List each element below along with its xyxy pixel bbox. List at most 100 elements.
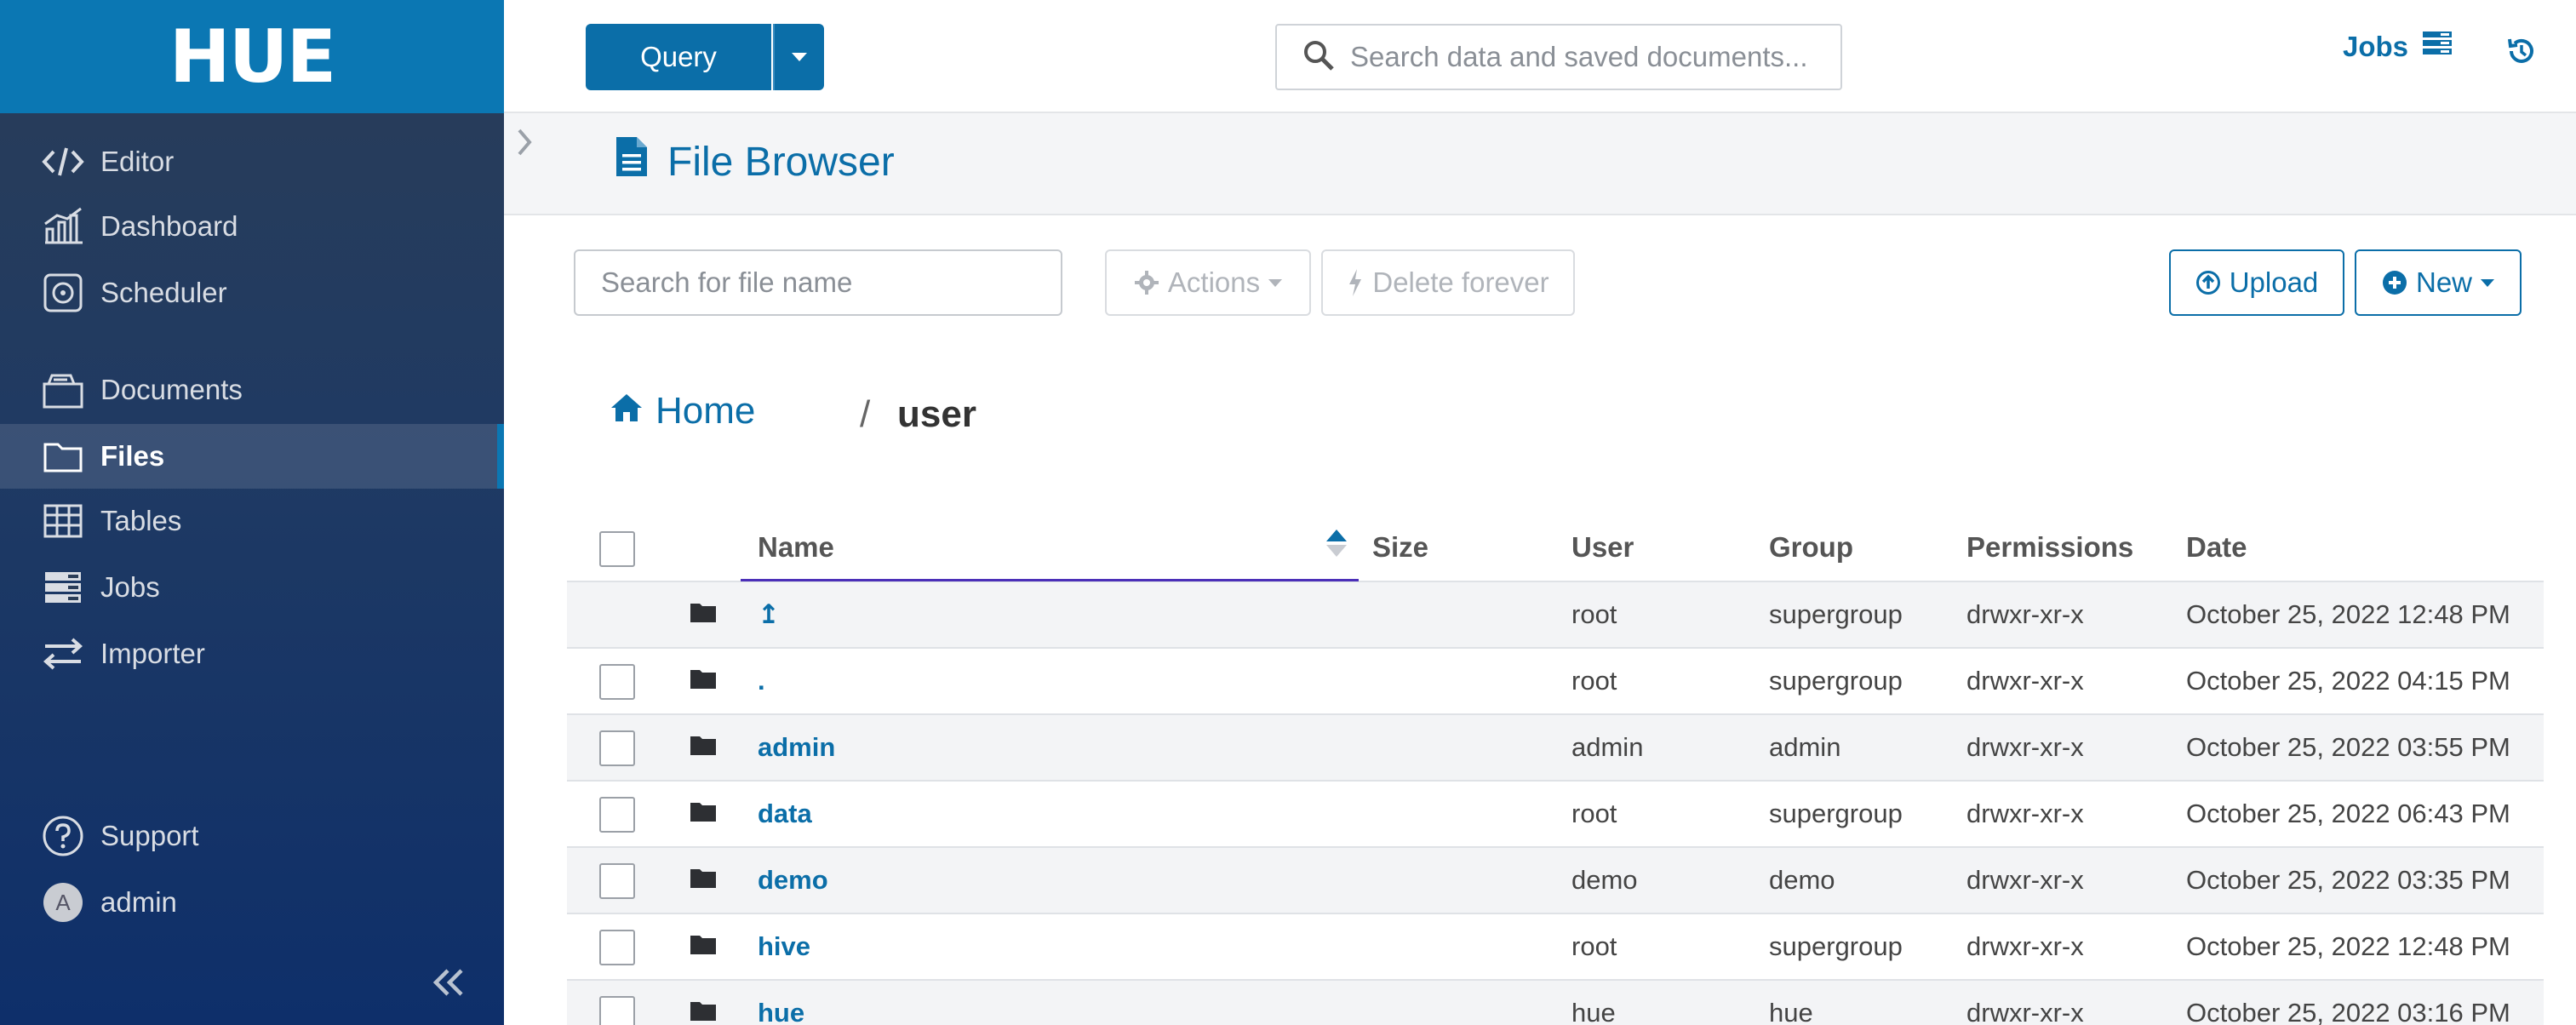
sidebar-item-importer[interactable]: Importer (0, 621, 504, 686)
chevron-down-icon (2481, 278, 2495, 287)
page-title-text: File Browser (667, 139, 895, 185)
file-user: admin (1571, 732, 1644, 762)
actions-button[interactable]: Actions (1105, 249, 1311, 316)
sidebar-item-editor[interactable]: Editor (0, 129, 504, 194)
upload-button[interactable]: Upload (2169, 249, 2344, 316)
row-checkbox[interactable] (599, 797, 635, 833)
file-group: supergroup (1769, 799, 1903, 828)
sidebar-item-dashboard[interactable]: Dashboard (0, 194, 504, 259)
row-checkbox[interactable] (599, 930, 635, 965)
chevron-right-icon[interactable] (512, 123, 536, 165)
file-permissions: drwxr-xr-x (1966, 732, 2084, 762)
table-row[interactable]: hive root supergroup drwxr-xr-x October 25, … (567, 914, 2544, 981)
search-icon (1302, 39, 1335, 76)
logo-text: HUE (169, 14, 337, 100)
sidebar-item-label: Jobs (100, 571, 160, 603)
breadcrumb-home[interactable]: Home (610, 390, 755, 432)
table-header: Name Size User Group Permissions Date (567, 511, 2544, 582)
row-checkbox[interactable] (599, 996, 635, 1025)
file-name-link[interactable]: . (758, 666, 765, 696)
file-name-link[interactable]: hive (758, 931, 810, 962)
column-header-size[interactable]: Size (1372, 531, 1428, 564)
breadcrumb-separator: / (860, 393, 871, 435)
top-bar: Query Jobs (504, 0, 2576, 113)
file-date: October 25, 2022 04:15 PM (2186, 666, 2510, 696)
global-search-input[interactable] (1350, 41, 1827, 73)
table-row[interactable]: data root supergroup drwxr-xr-x October 25, … (567, 782, 2544, 848)
file-date: October 25, 2022 03:55 PM (2186, 732, 2510, 762)
avatar-wrapper: A (41, 880, 85, 925)
row-checkbox[interactable] (599, 664, 635, 700)
history-icon[interactable] (2504, 34, 2539, 72)
sort-indicator (741, 579, 1359, 581)
folder-icon (690, 800, 717, 827)
sidebar-item-jobs[interactable]: Jobs (0, 555, 504, 620)
file-date: October 25, 2022 12:48 PM (2186, 931, 2510, 961)
file-date: October 25, 2022 06:43 PM (2186, 799, 2510, 828)
row-checkbox[interactable] (599, 863, 635, 899)
column-header-user[interactable]: User (1571, 531, 1634, 564)
folder-icon (690, 601, 717, 627)
home-icon (610, 390, 644, 432)
sidebar: HUE Editor Dashboard Scheduler Documents… (0, 0, 504, 1025)
help-icon (41, 814, 85, 858)
upload-label: Upload (2229, 266, 2319, 298)
breadcrumb-current[interactable]: user (897, 393, 976, 436)
table-row[interactable]: demo demo demo drwxr-xr-x October 25, 2022 0… (567, 848, 2544, 914)
delete-forever-label: Delete forever (1372, 266, 1549, 298)
file-search-input[interactable] (574, 249, 1062, 316)
user-menu[interactable]: A admin (0, 870, 504, 935)
sidebar-item-files[interactable]: Files (0, 424, 504, 489)
table-row[interactable]: . root supergroup drwxr-xr-x October 25, 202… (567, 649, 2544, 715)
table-row[interactable]: admin admin admin drwxr-xr-x October 25, 202… (567, 715, 2544, 782)
new-label: New (2415, 266, 2473, 298)
sidebar-item-scheduler[interactable]: Scheduler (0, 261, 504, 325)
file-name-link[interactable]: hue (758, 998, 804, 1025)
code-icon (41, 140, 85, 184)
file-name-link[interactable]: data (758, 799, 812, 829)
sidebar-item-tables[interactable]: Tables (0, 489, 504, 553)
avatar: A (43, 883, 83, 922)
page-title: File Browser (615, 135, 895, 188)
file-date: October 25, 2022 03:16 PM (2186, 998, 2510, 1025)
file-permissions: drwxr-xr-x (1966, 931, 2084, 961)
column-header-group[interactable]: Group (1769, 531, 1853, 564)
collapse-sidebar-icon[interactable] (426, 960, 470, 1005)
query-button[interactable]: Query (586, 24, 771, 90)
sidebar-item-label: Dashboard (100, 210, 238, 242)
chevron-down-icon (1268, 278, 1283, 287)
file-date: October 25, 2022 12:48 PM (2186, 599, 2510, 629)
global-search-box[interactable] (1275, 24, 1842, 90)
query-dropdown-toggle[interactable] (773, 24, 824, 90)
table-row[interactable]: hue hue hue drwxr-xr-x October 25, 2022 03:1… (567, 981, 2544, 1025)
hue-logo[interactable]: HUE (0, 0, 504, 113)
row-checkbox[interactable] (599, 730, 635, 766)
file-user: demo (1571, 865, 1638, 895)
delete-forever-button[interactable]: Delete forever (1321, 249, 1575, 316)
jobs-button[interactable]: Jobs (2343, 31, 2453, 63)
sort-descending-icon[interactable] (1326, 545, 1347, 557)
file-user: root (1571, 931, 1617, 961)
plus-circle-icon (2382, 270, 2407, 295)
new-button[interactable]: New (2355, 249, 2522, 316)
file-user: hue (1571, 998, 1616, 1025)
column-header-name[interactable]: Name (758, 531, 834, 564)
support-link[interactable]: Support (0, 804, 504, 868)
file-user: root (1571, 599, 1617, 629)
file-name-link[interactable]: admin (758, 732, 835, 763)
column-header-date[interactable]: Date (2186, 531, 2247, 564)
select-all-checkbox[interactable] (599, 531, 635, 567)
file-user: root (1571, 799, 1617, 828)
file-name-link[interactable]: demo (758, 865, 828, 896)
file-user: root (1571, 666, 1617, 696)
file-permissions: drwxr-xr-x (1966, 599, 2084, 629)
sidebar-item-label: Importer (100, 638, 205, 669)
sidebar-item-label: Scheduler (100, 277, 227, 308)
folder-icon (41, 434, 85, 478)
sidebar-item-documents[interactable]: Documents (0, 358, 504, 422)
table-row[interactable]: ↥ root supergroup drwxr-xr-x October 25, 202… (567, 582, 2544, 649)
column-header-permissions[interactable]: Permissions (1966, 531, 2133, 564)
sort-ascending-icon[interactable] (1326, 530, 1347, 541)
jobs-label: Jobs (2343, 31, 2409, 62)
file-name-link[interactable]: ↥ (758, 599, 780, 630)
